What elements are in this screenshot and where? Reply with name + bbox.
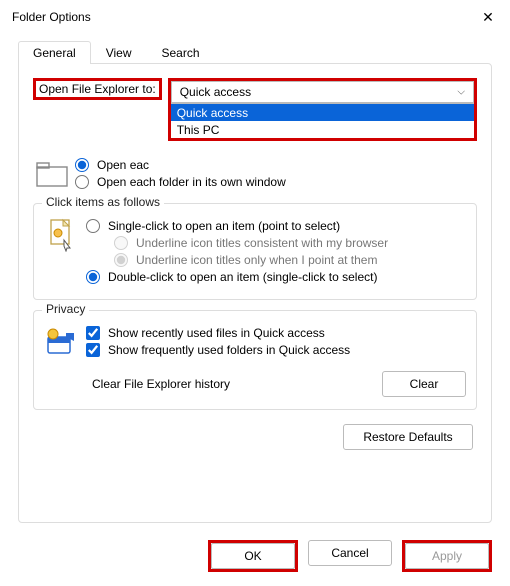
radio-underline-point: Underline icon titles only when I point …	[114, 253, 466, 267]
chevron-down-icon: ⌵	[457, 87, 465, 98]
apply-button[interactable]: Apply	[405, 543, 489, 569]
ok-highlight: OK	[208, 540, 298, 572]
restore-row: Restore Defaults	[33, 424, 477, 450]
open-explorer-label: Open File Explorer to:	[33, 78, 162, 100]
tab-general[interactable]: General	[18, 41, 91, 64]
check-freq-folders-input[interactable]	[86, 343, 100, 357]
check-recent-files-label: Show recently used files in Quick access	[108, 326, 325, 340]
radio-underline-browser: Underline icon titles consistent with my…	[114, 236, 466, 250]
folder-icon	[33, 155, 71, 193]
click-items-legend: Click items as follows	[42, 195, 164, 209]
ok-button[interactable]: OK	[211, 543, 295, 569]
tab-search[interactable]: Search	[147, 41, 215, 64]
combo-item-quick-access[interactable]: Quick access	[171, 104, 474, 121]
radio-single-click-input[interactable]	[86, 219, 100, 233]
check-recent-files-input[interactable]	[86, 326, 100, 340]
radio-underline-point-label: Underline icon titles only when I point …	[136, 253, 377, 267]
combo-selected[interactable]: Quick access ⌵	[171, 81, 474, 103]
radio-underline-point-input	[114, 253, 128, 267]
open-explorer-row: Open File Explorer to: Quick access ⌵ Qu…	[33, 78, 477, 141]
clear-history-row: Clear File Explorer history Clear	[92, 371, 466, 397]
open-explorer-combo[interactable]: Quick access ⌵ Quick access This PC	[168, 78, 477, 141]
check-recent-files[interactable]: Show recently used files in Quick access	[86, 326, 466, 340]
radio-underline-browser-input	[114, 236, 128, 250]
combo-dropdown-list: Quick access This PC	[171, 103, 474, 138]
tab-panel-general: Open File Explorer to: Quick access ⌵ Qu…	[18, 63, 492, 523]
radio-underline-browser-label: Underline icon titles consistent with my…	[136, 236, 388, 250]
radio-double-click[interactable]: Double-click to open an item (single-cli…	[86, 270, 466, 284]
privacy-section: Privacy Show recently used fil	[33, 310, 477, 410]
tab-view[interactable]: View	[91, 41, 147, 64]
clear-button[interactable]: Clear	[382, 371, 466, 397]
privacy-legend: Privacy	[42, 302, 89, 316]
titlebar: Folder Options ✕	[0, 0, 510, 34]
window-title: Folder Options	[12, 10, 474, 24]
restore-defaults-button[interactable]: Restore Defaults	[343, 424, 473, 450]
dialog-footer: OK Cancel Apply	[0, 540, 510, 572]
radio-same-window[interactable]: Open eac	[75, 158, 477, 172]
combo-item-this-pc[interactable]: This PC	[171, 121, 474, 138]
apply-highlight: Apply	[402, 540, 492, 572]
radio-double-click-input[interactable]	[86, 270, 100, 284]
document-click-icon	[44, 216, 82, 254]
radio-same-window-label: Open eac	[97, 158, 149, 172]
radio-double-click-label: Double-click to open an item (single-cli…	[108, 270, 377, 284]
content-area: General View Search Open File Explorer t…	[0, 34, 510, 523]
tab-strip: General View Search	[18, 41, 492, 64]
close-icon[interactable]: ✕	[474, 9, 502, 26]
radio-same-window-input[interactable]	[75, 158, 89, 172]
privacy-icon	[44, 323, 82, 361]
folder-options-window: Folder Options ✕ General View Search Ope…	[0, 0, 510, 586]
radio-single-click[interactable]: Single-click to open an item (point to s…	[86, 219, 466, 233]
radio-own-window-label: Open each folder in its own window	[97, 175, 286, 189]
clear-history-label: Clear File Explorer history	[92, 377, 374, 391]
click-items-section: Click items as follows Single-	[33, 203, 477, 300]
check-freq-folders[interactable]: Show frequently used folders in Quick ac…	[86, 343, 466, 357]
radio-single-click-label: Single-click to open an item (point to s…	[108, 219, 340, 233]
radio-own-window-input[interactable]	[75, 175, 89, 189]
cancel-button[interactable]: Cancel	[308, 540, 392, 566]
radio-own-window[interactable]: Open each folder in its own window	[75, 175, 477, 189]
check-freq-folders-label: Show frequently used folders in Quick ac…	[108, 343, 350, 357]
